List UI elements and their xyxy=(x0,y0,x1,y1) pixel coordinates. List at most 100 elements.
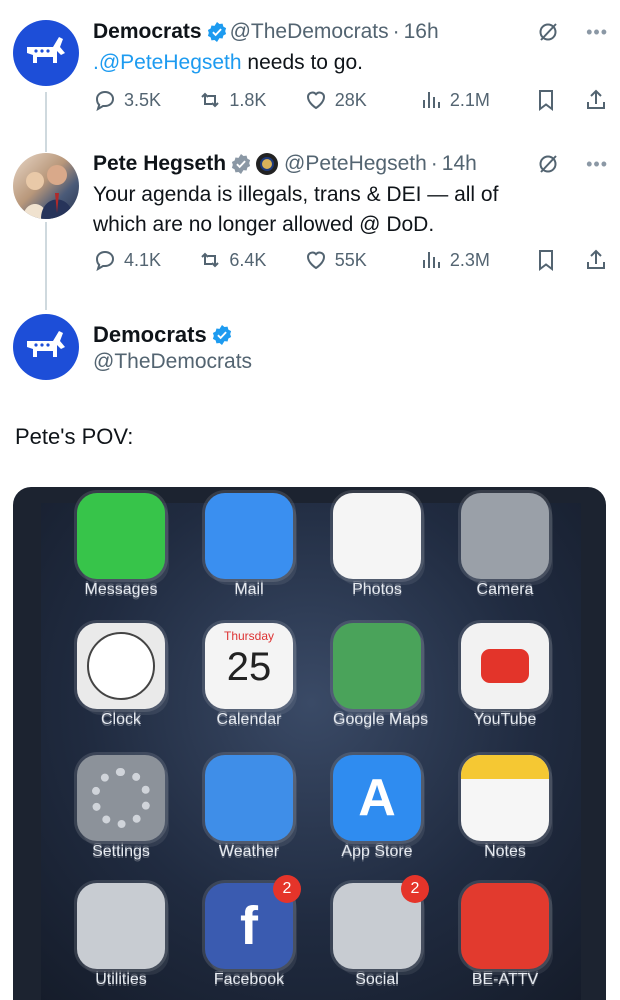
app-icon xyxy=(77,493,165,579)
retweet-count: 1.8K xyxy=(229,89,267,110)
democrats-avatar[interactable] xyxy=(13,20,79,86)
app-label: Clock xyxy=(100,711,141,728)
app-icon xyxy=(461,883,549,969)
app-icon xyxy=(205,493,293,579)
bookmark-icon[interactable] xyxy=(534,88,558,112)
app-icon: Thursday 25 xyxy=(205,623,293,709)
app-label: Facebook xyxy=(213,971,285,988)
app-label: Utilities xyxy=(95,971,147,988)
app-facebook: f Facebook 2 xyxy=(205,875,301,989)
donkey-logo-icon xyxy=(27,37,65,63)
app-weather: Weather xyxy=(205,755,293,861)
app-photos: Photos xyxy=(333,493,421,599)
app-app-store: A App Store xyxy=(333,755,421,861)
verified-badge-icon xyxy=(231,154,251,174)
app-icon xyxy=(205,755,293,841)
app-label: YouTube xyxy=(473,711,537,728)
like-count: 55K xyxy=(334,249,367,270)
app-camera: Camera xyxy=(461,493,549,599)
like-button[interactable]: 28K xyxy=(304,88,419,112)
app-label: App Store xyxy=(341,843,413,860)
democrats-avatar[interactable] xyxy=(13,314,79,380)
thread-line-1 xyxy=(45,92,47,152)
tweet-time[interactable]: 14h xyxy=(442,152,477,176)
author-name[interactable]: Democrats xyxy=(93,20,202,44)
app-icon xyxy=(77,623,165,709)
app-icon xyxy=(77,755,165,841)
reply-count: 4.1K xyxy=(124,249,162,270)
tweet-1[interactable]: Democrats @TheDemocrats · 16h ••• .@Pete… xyxy=(93,18,608,78)
app-icon xyxy=(461,755,549,841)
author-handle[interactable]: @TheDemocrats xyxy=(230,20,389,44)
author-name[interactable]: Pete Hegseth xyxy=(93,152,226,176)
author-name: Democrats xyxy=(93,322,207,347)
main-author-name[interactable]: Democrats xyxy=(93,322,235,348)
app-settings: Settings xyxy=(77,755,165,861)
app-social: Social 2 xyxy=(333,875,429,989)
notification-badge: 2 xyxy=(401,875,429,903)
bookmark-icon[interactable] xyxy=(534,248,558,272)
calendar-date: 25 xyxy=(226,645,272,689)
app-label: Messages xyxy=(84,581,158,598)
author-handle[interactable]: @PeteHegseth xyxy=(284,152,427,176)
grok-icon[interactable] xyxy=(536,20,560,44)
tweet-1-header: Democrats @TheDemocrats · 16h ••• xyxy=(93,18,608,46)
more-options-icon[interactable]: ••• xyxy=(586,22,608,43)
thread-line-2 xyxy=(45,222,47,310)
like-button[interactable]: 55K xyxy=(304,248,419,272)
views-button[interactable]: 2.3M xyxy=(419,248,534,272)
reply-button[interactable]: 4.1K xyxy=(93,248,198,272)
app-icon xyxy=(77,883,165,969)
views-button[interactable]: 2.1M xyxy=(419,88,534,112)
pete-hegseth-avatar[interactable] xyxy=(13,153,79,219)
reply-button[interactable]: 3.5K xyxy=(93,88,198,112)
tweet-2-text-line-2: which are no longer allowed @ DoD. xyxy=(93,213,435,236)
tweet-1-text-rest: needs to go. xyxy=(241,51,364,74)
tweet-2-text-line-1: Your agenda is illegals, trans & DEI — a… xyxy=(93,183,499,206)
main-tweet-text: Pete's POV: xyxy=(15,424,134,449)
app-label: Photos xyxy=(352,581,402,598)
verified-badge-icon xyxy=(212,325,231,345)
app-icon xyxy=(333,623,421,709)
share-icon[interactable] xyxy=(584,248,608,272)
main-author-handle[interactable]: @TheDemocrats xyxy=(93,350,252,374)
views-chart-icon xyxy=(422,252,440,268)
phone-home-screen: Messages Mail Photos Camera Clock Thursday 25 C… xyxy=(41,493,581,1000)
like-count: 28K xyxy=(334,89,367,110)
app-notes: Notes xyxy=(461,755,549,861)
retweet-icon xyxy=(201,92,220,108)
app-label: Calendar xyxy=(216,711,282,728)
app-label: BE-ATTV xyxy=(471,971,539,988)
app-be-attv: BE-ATTV xyxy=(461,883,549,989)
app-label: Google Maps xyxy=(333,711,429,728)
tweet-2[interactable]: Pete Hegseth @PeteHegseth · 14h ••• Your… xyxy=(93,150,608,240)
app-clock: Clock xyxy=(77,623,165,729)
app-label: Settings xyxy=(92,843,150,860)
retweet-button[interactable]: 6.4K xyxy=(198,248,303,272)
calendar-day: Thursday xyxy=(223,629,275,643)
grok-icon[interactable] xyxy=(536,152,560,176)
separator-dot: · xyxy=(430,152,438,175)
heart-icon xyxy=(306,251,325,270)
notes-header-bar xyxy=(461,755,549,779)
share-icon[interactable] xyxy=(584,88,608,112)
app-label: Camera xyxy=(476,581,534,598)
clock-face-icon xyxy=(87,632,155,700)
tweet-1-actions: 3.5K 1.8K 28K 2.1M xyxy=(93,88,608,112)
reply-count: 3.5K xyxy=(124,89,162,110)
more-options-icon[interactable]: ••• xyxy=(586,154,608,175)
tweet-1-text: .@PeteHegseth needs to go. xyxy=(93,48,608,78)
retweet-icon xyxy=(201,252,220,268)
tweet-2-text: Your agenda is illegals, trans & DEI — a… xyxy=(93,180,608,240)
separator-dot: · xyxy=(392,20,400,43)
tweet-media-image[interactable]: Messages Mail Photos Camera Clock Thursday 25 C… xyxy=(13,487,606,1000)
retweet-button[interactable]: 1.8K xyxy=(198,88,303,112)
app-label: Notes xyxy=(484,843,526,860)
mention-link[interactable]: .@PeteHegseth xyxy=(93,51,242,74)
tweet-time[interactable]: 16h xyxy=(404,20,439,44)
reply-icon xyxy=(95,250,115,272)
app-label: Social xyxy=(355,971,399,988)
tweet-2-header: Pete Hegseth @PeteHegseth · 14h ••• xyxy=(93,150,608,178)
notification-badge: 2 xyxy=(273,875,301,903)
app-icon xyxy=(333,493,421,579)
